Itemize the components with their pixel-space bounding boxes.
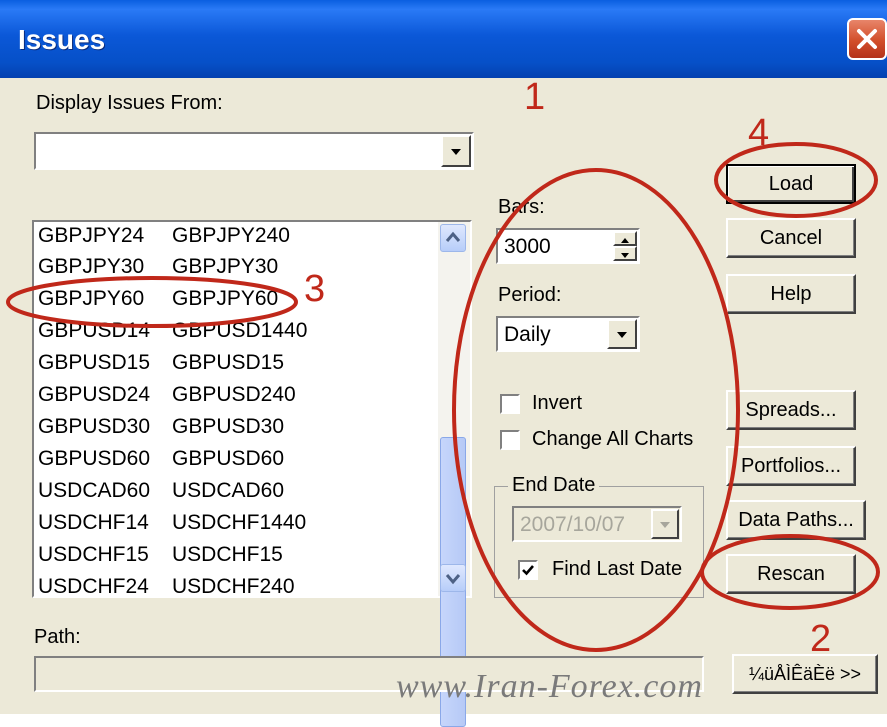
issues-dialog: Issues Display Issues From: GBPJPY24 GBPJ… (0, 0, 887, 727)
annotation-number-1: 1 (524, 76, 546, 118)
annotation-number-2: 2 (810, 618, 832, 660)
annotation-ellipse-4 (714, 142, 878, 218)
annotation-overlay (6, 142, 880, 652)
annotation-number-4: 4 (748, 112, 770, 154)
annotation-number-3: 3 (304, 268, 326, 310)
annotation-ellipse-1 (452, 168, 740, 652)
annotation-ellipse-2 (700, 534, 880, 610)
annotation-ellipse-3 (6, 276, 298, 328)
